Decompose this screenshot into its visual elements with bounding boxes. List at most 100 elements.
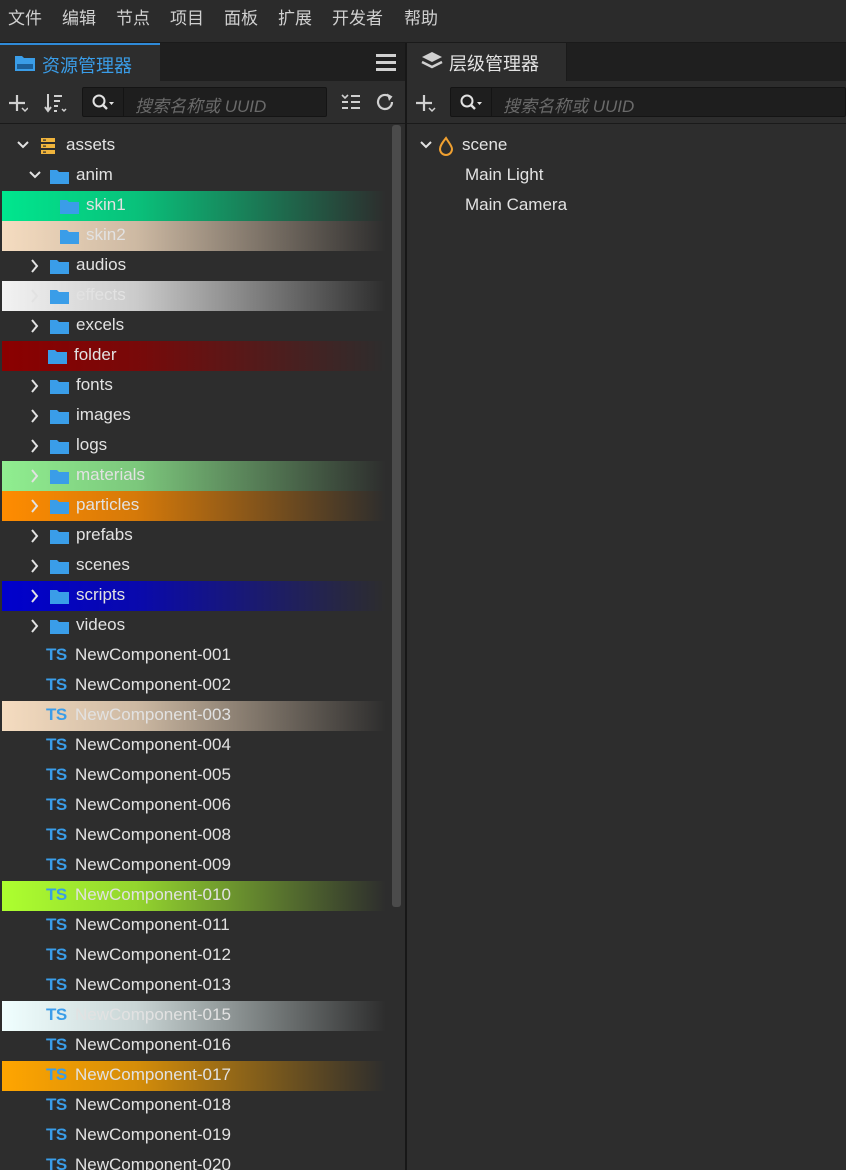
- asset-item-folder[interactable]: skin1: [2, 191, 386, 221]
- asset-item-script[interactable]: TS NewComponent-005: [2, 761, 386, 791]
- panel-menu-icon[interactable]: [376, 53, 396, 71]
- asset-item-folder[interactable]: skin2: [2, 221, 386, 251]
- add-icon[interactable]: [8, 93, 28, 113]
- asset-item-script[interactable]: TS NewComponent-010: [2, 881, 386, 911]
- asset-search-placeholder: 搜索名称或 UUID: [135, 97, 267, 116]
- asset-item-label: particles: [76, 495, 140, 514]
- folder-icon: [48, 350, 67, 364]
- search-icon[interactable]: [460, 94, 484, 112]
- asset-item-folder[interactable]: effects: [2, 281, 386, 311]
- asset-item-script[interactable]: TS NewComponent-009: [2, 851, 386, 881]
- asset-item-script[interactable]: TS NewComponent-012: [2, 941, 386, 971]
- folder-icon: [50, 290, 69, 304]
- typescript-icon: TS: [46, 1065, 67, 1084]
- asset-item-folder[interactable]: assets: [2, 131, 386, 161]
- asset-item-folder[interactable]: fonts: [2, 371, 386, 401]
- asset-item-script[interactable]: TS NewComponent-011: [2, 911, 386, 941]
- asset-item-label: prefabs: [76, 525, 133, 544]
- menu-item[interactable]: 面板: [224, 0, 258, 40]
- chevron-right-icon[interactable]: [28, 581, 42, 611]
- asset-item-script[interactable]: TS NewComponent-004: [2, 731, 386, 761]
- chevron-right-icon[interactable]: [28, 491, 42, 521]
- asset-item-folder[interactable]: scenes: [2, 551, 386, 581]
- asset-item-folder[interactable]: audios: [2, 251, 386, 281]
- chevron-right-icon[interactable]: [28, 311, 42, 341]
- asset-item-folder[interactable]: materials: [2, 461, 386, 491]
- asset-toolbar: 搜索名称或 UUID: [0, 81, 405, 124]
- asset-item-label: NewComponent-015: [75, 1005, 231, 1024]
- asset-item-label: NewComponent-005: [75, 765, 231, 784]
- chevron-right-icon[interactable]: [28, 461, 42, 491]
- asset-search-input[interactable]: 搜索名称或 UUID: [82, 87, 327, 117]
- asset-item-script[interactable]: TS NewComponent-013: [2, 971, 386, 1001]
- chevron-down-icon[interactable]: [419, 131, 433, 161]
- tab-hierarchy[interactable]: 层级管理器: [407, 43, 567, 81]
- chevron-down-icon[interactable]: [28, 161, 42, 191]
- menu-item[interactable]: 扩展: [278, 0, 312, 40]
- hierarchy-search-input[interactable]: 搜索名称或 UUID: [450, 87, 846, 117]
- asset-item-script[interactable]: TS NewComponent-017: [2, 1061, 386, 1091]
- menu-item[interactable]: 节点: [116, 0, 150, 40]
- asset-item-script[interactable]: TS NewComponent-018: [2, 1091, 386, 1121]
- chevron-right-icon[interactable]: [28, 521, 42, 551]
- chevron-right-icon[interactable]: [28, 371, 42, 401]
- typescript-icon: TS: [46, 825, 67, 844]
- asset-item-folder[interactable]: anim: [2, 161, 386, 191]
- typescript-icon: TS: [46, 1005, 67, 1024]
- asset-item-script[interactable]: TS NewComponent-001: [2, 641, 386, 671]
- menu-item[interactable]: 文件: [8, 0, 42, 40]
- folder-icon: [50, 590, 69, 604]
- collapse-all-icon[interactable]: [341, 93, 361, 111]
- asset-item-script[interactable]: TS NewComponent-019: [2, 1121, 386, 1151]
- typescript-icon: TS: [46, 885, 67, 904]
- asset-item-folder[interactable]: excels: [2, 311, 386, 341]
- asset-item-script[interactable]: TS NewComponent-015: [2, 1001, 386, 1031]
- hierarchy-node[interactable]: Main Camera: [407, 191, 846, 221]
- menu-item[interactable]: 开发者: [332, 0, 383, 40]
- asset-item-folder[interactable]: prefabs: [2, 521, 386, 551]
- asset-item-label: materials: [76, 465, 145, 484]
- asset-item-folder[interactable]: folder: [2, 341, 386, 371]
- folder-icon: [50, 440, 69, 454]
- refresh-icon[interactable]: [376, 92, 396, 112]
- asset-item-folder[interactable]: images: [2, 401, 386, 431]
- chevron-down-icon[interactable]: [16, 131, 30, 161]
- typescript-icon: TS: [46, 645, 67, 664]
- chevron-right-icon[interactable]: [28, 551, 42, 581]
- asset-item-label: NewComponent-004: [75, 735, 231, 754]
- asset-item-label: effects: [76, 285, 126, 304]
- menu-item[interactable]: 编辑: [62, 0, 96, 40]
- chevron-right-icon[interactable]: [28, 251, 42, 281]
- asset-item-script[interactable]: TS NewComponent-016: [2, 1031, 386, 1061]
- asset-item-folder[interactable]: logs: [2, 431, 386, 461]
- menu-item[interactable]: 项目: [170, 0, 204, 40]
- search-icon[interactable]: [92, 94, 116, 112]
- folder-icon: [50, 410, 69, 424]
- add-icon[interactable]: [415, 93, 437, 113]
- search-divider: [123, 88, 124, 116]
- asset-item-label: fonts: [76, 375, 113, 394]
- chevron-right-icon[interactable]: [28, 431, 42, 461]
- chevron-right-icon[interactable]: [28, 401, 42, 431]
- hierarchy-node[interactable]: Main Light: [407, 161, 846, 191]
- asset-item-label: NewComponent-009: [75, 855, 231, 874]
- typescript-icon: TS: [46, 1155, 67, 1170]
- scene-label: scene: [462, 135, 508, 154]
- asset-scrollbar[interactable]: [392, 125, 401, 907]
- database-icon: [41, 138, 55, 154]
- asset-item-script[interactable]: TS NewComponent-008: [2, 821, 386, 851]
- asset-item-script[interactable]: TS NewComponent-003: [2, 701, 386, 731]
- asset-item-script[interactable]: TS NewComponent-002: [2, 671, 386, 701]
- menu-item[interactable]: 帮助: [404, 0, 438, 40]
- sort-icon[interactable]: [44, 92, 68, 114]
- hierarchy-node-scene[interactable]: scene: [407, 131, 846, 161]
- chevron-right-icon[interactable]: [28, 281, 42, 311]
- asset-item-label: NewComponent-013: [75, 975, 231, 994]
- asset-item-folder[interactable]: videos: [2, 611, 386, 641]
- chevron-right-icon[interactable]: [28, 611, 42, 641]
- asset-item-script[interactable]: TS NewComponent-020: [2, 1151, 386, 1170]
- asset-item-folder[interactable]: particles: [2, 491, 386, 521]
- asset-item-script[interactable]: TS NewComponent-006: [2, 791, 386, 821]
- tab-assets[interactable]: 资源管理器: [0, 43, 160, 81]
- asset-item-folder[interactable]: scripts: [2, 581, 386, 611]
